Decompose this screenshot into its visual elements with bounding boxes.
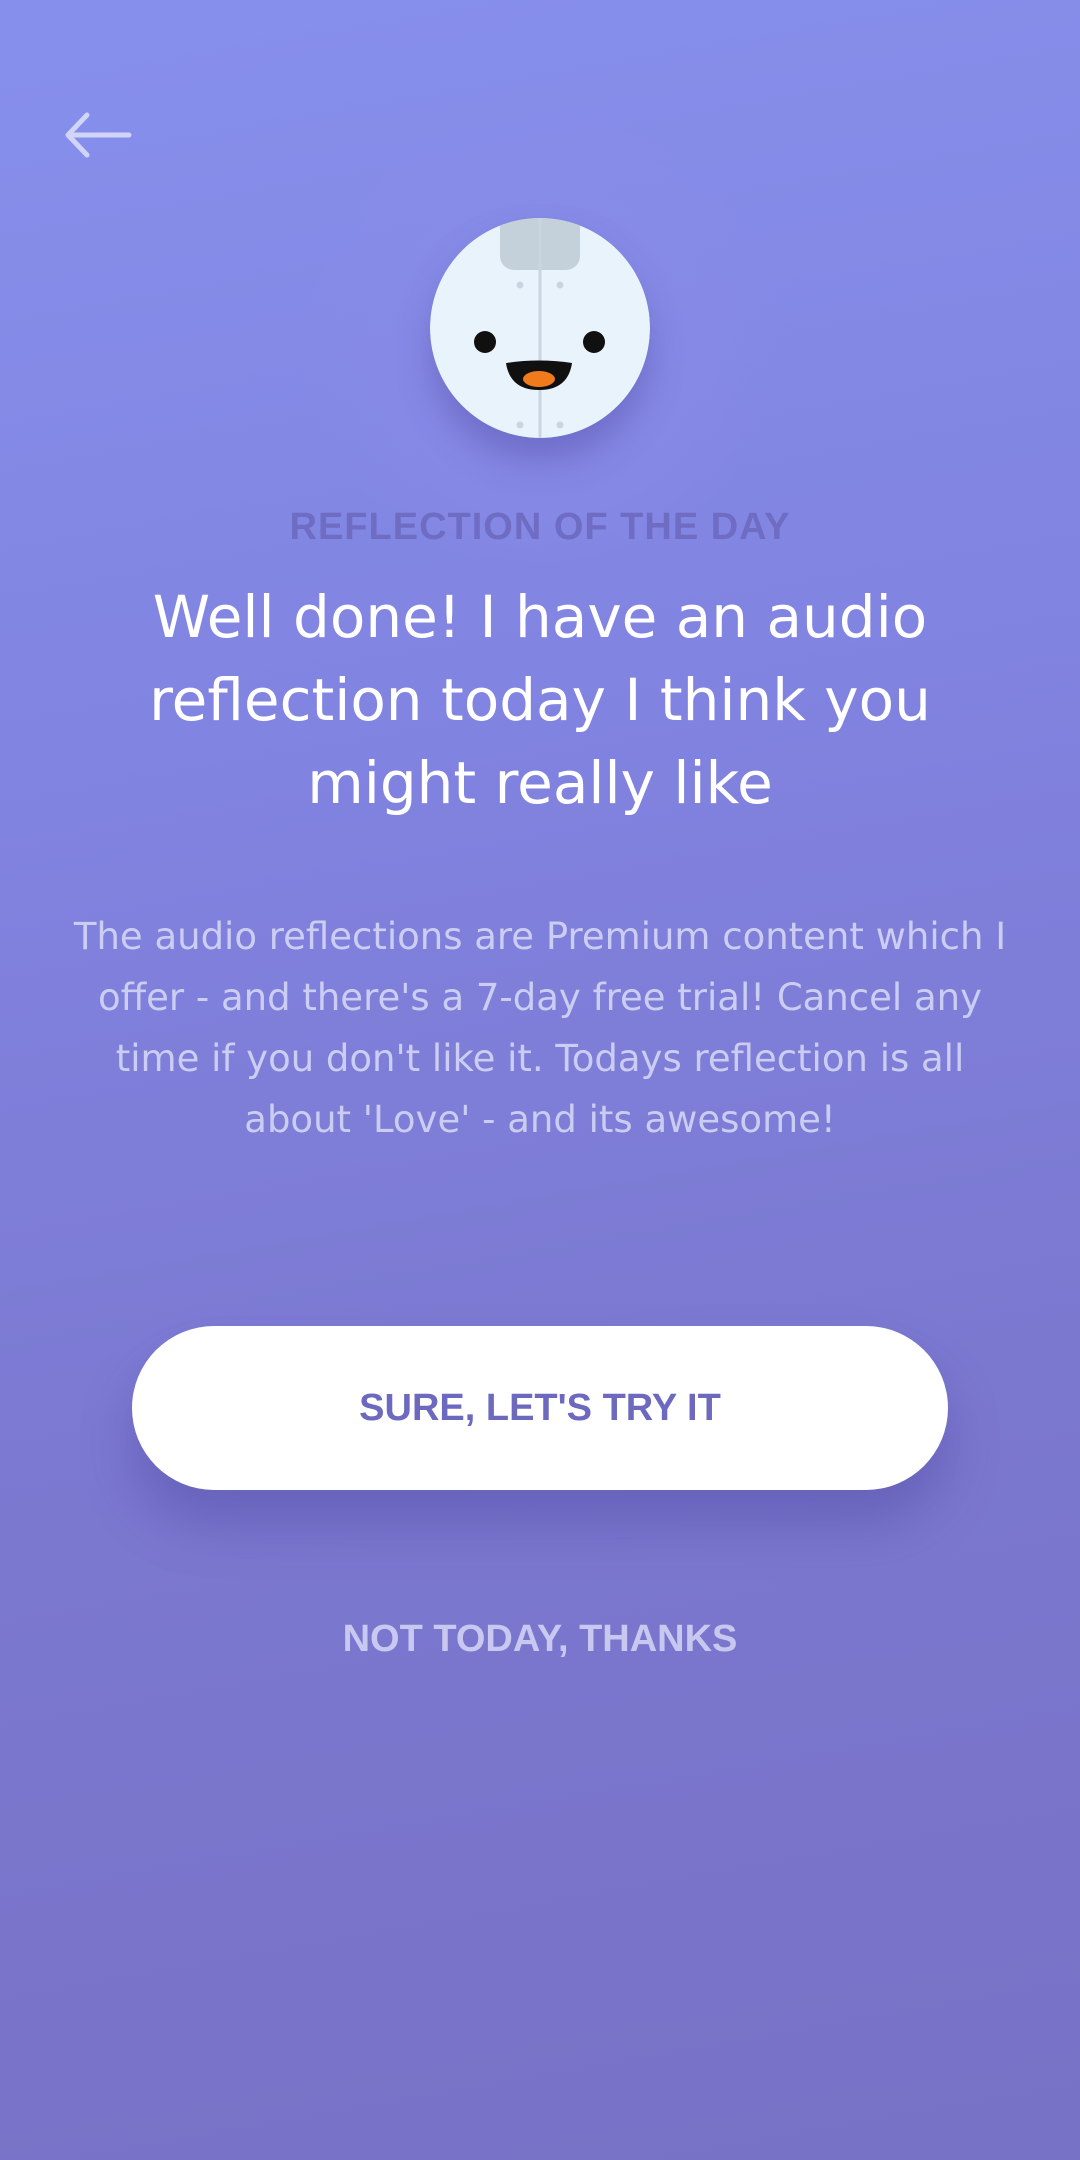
headline: Well done! I have an audio reflection to… (149, 583, 931, 817)
smiling-mascot-icon (430, 218, 650, 438)
not-today-button-label: NOT TODAY, THANKS (342, 1617, 738, 1660)
section-eyebrow: REFLECTION OF THE DAY (289, 506, 791, 548)
try-it-button-label: SURE, LET'S TRY IT (359, 1386, 721, 1429)
reflection-offer-screen: REFLECTION OF THE DAY Well done! I have … (0, 0, 1080, 2160)
back-button[interactable] (58, 100, 138, 170)
arrow-left-icon (65, 112, 132, 158)
premium-description: The audio reflections are Premium conten… (73, 915, 1007, 1141)
try-it-button[interactable]: SURE, LET'S TRY IT (132, 1326, 948, 1490)
mascot-avatar (430, 218, 650, 438)
not-today-button[interactable]: NOT TODAY, THANKS (290, 1604, 790, 1674)
